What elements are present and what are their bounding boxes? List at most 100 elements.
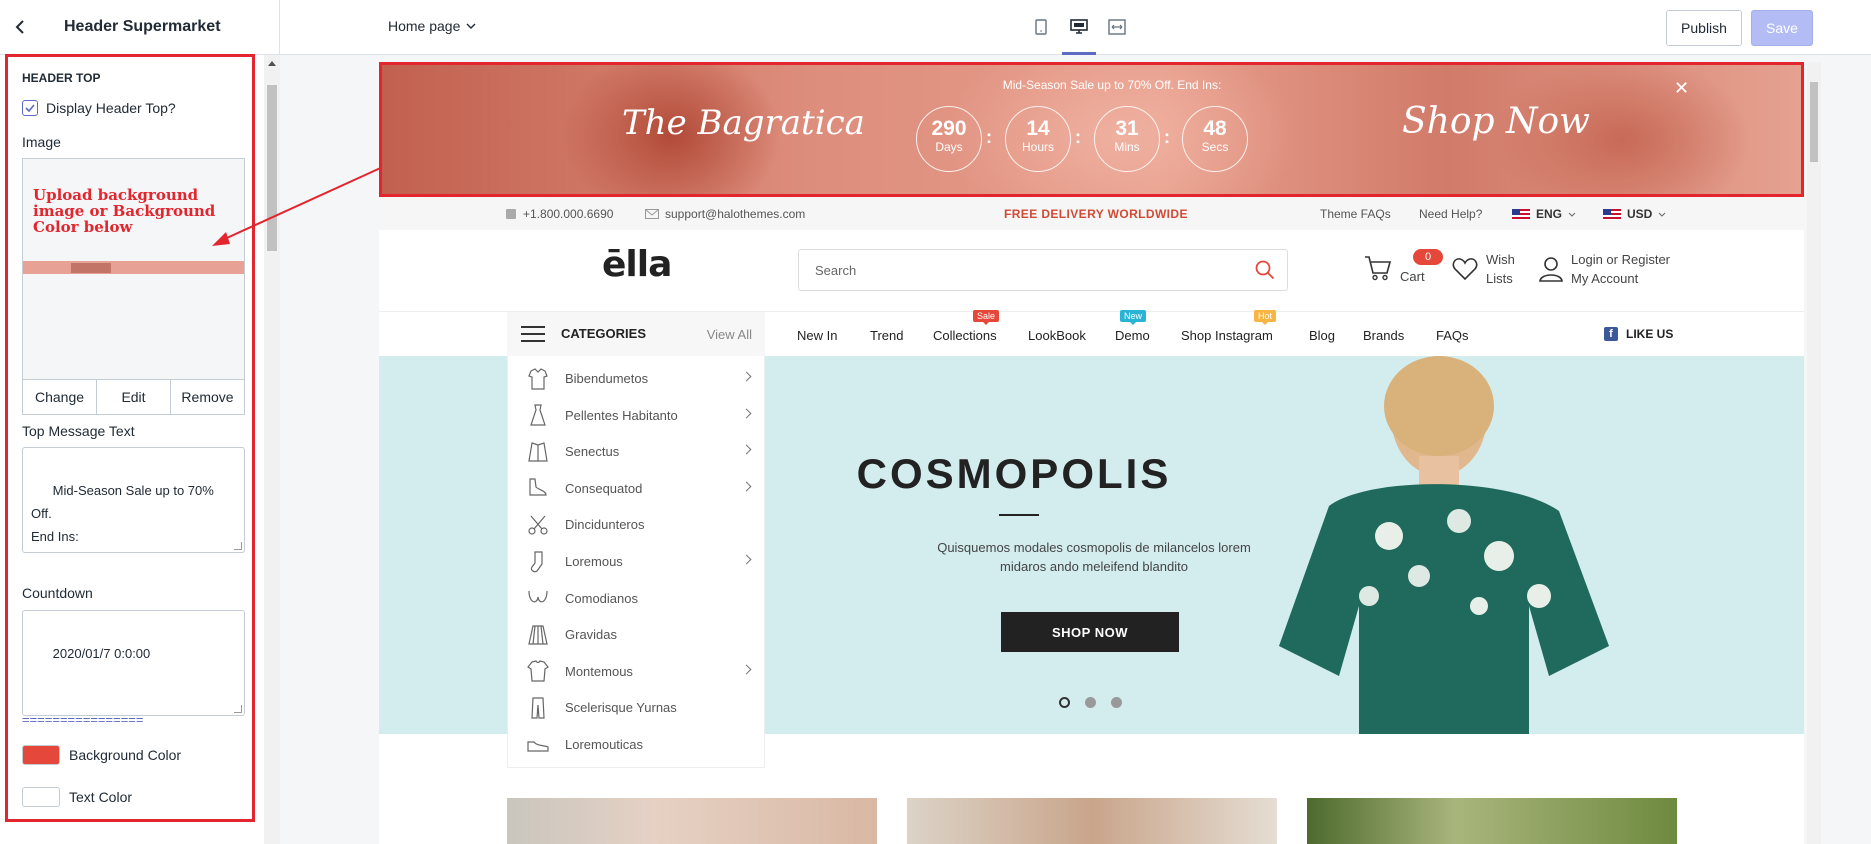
desktop-view-button[interactable] <box>1062 14 1096 55</box>
checkbox-checked-icon[interactable] <box>22 100 38 116</box>
category-item[interactable]: Gravidas <box>508 617 766 652</box>
language-select[interactable]: ENG <box>1512 207 1576 221</box>
category-item[interactable]: Consequatod <box>508 471 766 506</box>
category-label: Montemous <box>565 663 633 679</box>
hero-subtitle: Quisquemos modales cosmopolis de milance… <box>937 540 1251 574</box>
change-image-button[interactable]: Change <box>23 380 97 414</box>
countdown-label: Countdown <box>22 585 93 601</box>
background-color-swatch[interactable] <box>22 745 60 765</box>
category-item[interactable]: Loremous <box>508 544 766 579</box>
category-label: Consequatod <box>565 480 643 496</box>
need-help-link[interactable]: Need Help? <box>1419 207 1482 221</box>
view-all-link[interactable]: View All <box>707 327 752 342</box>
edit-image-button[interactable]: Edit <box>97 380 171 414</box>
category-item[interactable]: Montemous <box>508 654 766 689</box>
nav-link-brands[interactable]: Brands <box>1363 328 1404 343</box>
theme-faqs-link[interactable]: Theme FAQs <box>1320 207 1391 221</box>
category-item[interactable]: Senectus <box>508 434 766 469</box>
dress-icon <box>527 404 549 426</box>
category-label: Loremouticas <box>565 737 644 752</box>
chevron-right-icon <box>741 444 752 455</box>
top-message-textarea[interactable]: Mid-Season Sale up to 70% Off. End Ins: <box>22 447 245 553</box>
featured-image-1[interactable] <box>507 798 877 844</box>
chevron-right-icon <box>741 554 752 565</box>
chevron-left-icon <box>15 20 24 34</box>
like-us-link[interactable]: f LIKE US <box>1604 327 1673 341</box>
countdown-textarea[interactable]: 2020/01/7 0:0:00 <box>22 610 245 716</box>
page-select[interactable]: Home page <box>388 18 476 34</box>
tshirt-icon <box>527 660 549 682</box>
search-icon[interactable] <box>1255 260 1275 280</box>
facebook-icon: f <box>1604 327 1618 341</box>
remove-image-button[interactable]: Remove <box>171 380 244 414</box>
banner-shop-now[interactable]: Shop Now <box>1402 101 1590 142</box>
nav-link-shop-instagram[interactable]: Shop Instagram <box>1181 328 1273 343</box>
editor-topbar: Home page Publish Save <box>280 0 1871 55</box>
nav-link-trend[interactable]: Trend <box>870 328 903 343</box>
free-delivery-text: FREE DELIVERY WORLDWIDE <box>1004 207 1188 221</box>
theme-editor-sidebar: Header Supermarket HEADER TOP Display He… <box>0 0 280 844</box>
resize-handle-icon[interactable] <box>234 705 242 713</box>
featured-images <box>507 798 1677 844</box>
mobile-view-button[interactable] <box>1030 14 1052 40</box>
close-icon[interactable]: ✕ <box>1674 78 1689 99</box>
search-input[interactable]: Search <box>798 249 1288 291</box>
fullwidth-view-button[interactable] <box>1106 14 1128 40</box>
top-message-label: Top Message Text <box>22 423 135 439</box>
preview-scrollbar[interactable] <box>1807 62 1821 844</box>
featured-image-2[interactable] <box>907 798 1277 844</box>
user-icon <box>1539 257 1563 282</box>
featured-image-3[interactable] <box>1307 798 1677 844</box>
my-account-link[interactable]: My Account <box>1571 271 1638 286</box>
shop-now-button[interactable]: SHOP NOW <box>1001 612 1179 652</box>
sidebar-scrollbar[interactable] <box>264 55 280 844</box>
slider-dot-2[interactable] <box>1085 697 1096 708</box>
scrollbar-thumb[interactable] <box>1810 82 1818 162</box>
store-logo[interactable]: ēlla <box>602 244 672 285</box>
page-select-value: Home page <box>388 18 461 34</box>
category-label: Dincidunteros <box>565 517 645 533</box>
background-color-label: Background Color <box>69 747 182 763</box>
category-item[interactable]: Dincidunteros <box>508 507 766 542</box>
category-item[interactable]: Pellentes Habitanto <box>508 398 766 433</box>
categories-header[interactable]: CATEGORIES View All <box>507 312 765 356</box>
save-button[interactable]: Save <box>1751 10 1813 46</box>
new-tag: New <box>1120 310 1147 325</box>
nav-link-lookbook[interactable]: LookBook <box>1028 328 1086 343</box>
nav-link-faqs[interactable]: FAQs <box>1436 328 1469 343</box>
category-item[interactable]: Loremouticas <box>508 727 766 762</box>
countdown-value: 2020/01/7 0:0:00 <box>52 646 151 661</box>
slider-dot-1[interactable] <box>1059 697 1070 708</box>
chevron-right-icon <box>741 664 752 675</box>
account-link[interactable]: Login or Register My Account <box>1539 250 1670 288</box>
chevron-down-icon <box>1568 212 1576 217</box>
phone-item[interactable]: +1.800.000.6690 <box>505 207 613 221</box>
back-button[interactable] <box>0 0 40 55</box>
nav-link-blog[interactable]: Blog <box>1309 328 1335 343</box>
category-item[interactable]: Comodianos <box>508 581 766 616</box>
hamburger-icon[interactable] <box>521 326 545 347</box>
category-item[interactable]: Scelerisque Yurnas <box>508 690 766 725</box>
nav-link-collections[interactable]: Collections <box>933 328 997 343</box>
nav-link-demo[interactable]: Demo <box>1115 328 1150 343</box>
jacket-icon <box>527 441 549 463</box>
resize-handle-icon[interactable] <box>234 542 242 550</box>
heart-icon <box>1452 258 1478 281</box>
header-top-banner[interactable]: Mid-Season Sale up to 70% Off. End Ins: … <box>379 62 1804 197</box>
nav-link-new-in[interactable]: New In <box>797 328 837 343</box>
sale-tag: Sale <box>973 310 1000 325</box>
text-color-swatch[interactable] <box>22 787 60 807</box>
text-color-setting[interactable]: Text Color <box>22 787 132 807</box>
slider-dot-3[interactable] <box>1111 697 1122 708</box>
categories-menu: Bibendumetos Pellentes Habitanto Senectus C… <box>507 356 765 768</box>
email-item[interactable]: support@halothemes.com <box>645 207 805 221</box>
scrollbar-thumb[interactable] <box>267 85 277 251</box>
scroll-up-icon[interactable] <box>268 61 276 66</box>
publish-button[interactable]: Publish <box>1666 10 1742 46</box>
currency-select[interactable]: USD <box>1603 207 1666 221</box>
login-register-link[interactable]: Login or Register <box>1571 252 1670 267</box>
wishlist-link[interactable]: Wish Lists <box>1452 250 1515 288</box>
display-header-top-checkbox[interactable]: Display Header Top? <box>22 100 176 116</box>
category-item[interactable]: Bibendumetos <box>508 361 766 396</box>
background-color-setting[interactable]: Background Color <box>22 745 181 765</box>
